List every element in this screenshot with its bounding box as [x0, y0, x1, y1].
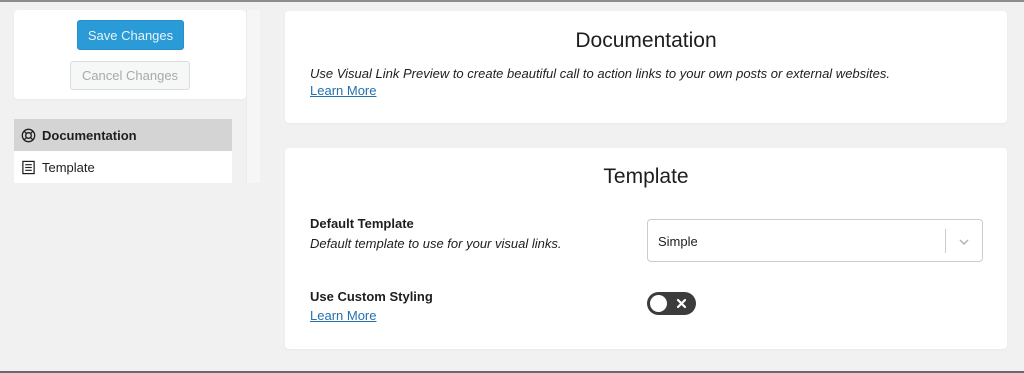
save-changes-button[interactable]: Save Changes — [77, 20, 184, 50]
select-value: Simple — [658, 234, 698, 249]
documentation-card: Documentation Use Visual Link Preview to… — [285, 11, 1007, 123]
default-template-help: Default template to use for your visual … — [310, 236, 562, 251]
document-icon — [21, 160, 36, 175]
close-icon — [675, 297, 688, 310]
toggle-knob — [650, 295, 667, 312]
template-card: Template Default Template Default templa… — [285, 148, 1007, 349]
chevron-down-icon — [958, 235, 970, 247]
window-top-border — [0, 0, 1024, 2]
cancel-changes-button[interactable]: Cancel Changes — [70, 61, 190, 90]
lifebuoy-icon — [21, 128, 36, 143]
template-title: Template — [603, 165, 689, 188]
documentation-learn-more-link[interactable]: Learn More — [310, 83, 376, 98]
default-template-label: Default Template — [310, 216, 414, 231]
select-separator — [945, 229, 946, 253]
documentation-title: Documentation — [575, 29, 717, 52]
settings-nav: Documentation Template — [14, 119, 232, 183]
documentation-description: Use Visual Link Preview to create beauti… — [310, 66, 890, 81]
custom-styling-label: Use Custom Styling — [310, 289, 433, 304]
nav-item-label: Documentation — [42, 127, 137, 143]
nav-item-label: Template — [42, 159, 95, 175]
nav-item-documentation[interactable]: Documentation — [14, 119, 232, 151]
custom-styling-learn-more-link[interactable]: Learn More — [310, 308, 376, 323]
nav-item-template[interactable]: Template — [14, 151, 232, 183]
sidebar-divider — [246, 10, 260, 183]
sidebar-actions-panel: Save Changes Cancel Changes — [14, 10, 246, 99]
custom-styling-toggle[interactable] — [647, 292, 696, 315]
default-template-select[interactable]: Simple — [647, 219, 983, 262]
